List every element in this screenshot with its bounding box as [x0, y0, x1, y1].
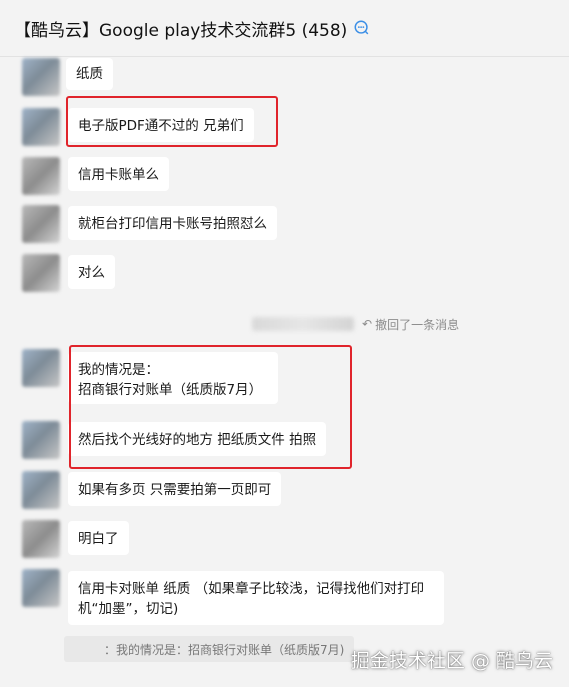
avatar[interactable]: [22, 254, 60, 292]
message-bubble[interactable]: 对么: [68, 255, 115, 289]
blurred-name: [252, 317, 354, 331]
avatar[interactable]: [22, 58, 60, 96]
avatar[interactable]: [22, 569, 60, 607]
message-bubble[interactable]: 信用卡对账单 纸质 （如果章子比较浅，记得找他们对打印机“加墨”，切记): [68, 571, 444, 625]
avatar[interactable]: [22, 349, 60, 387]
chat-title: 【酷鸟云】Google play技术交流群5 (458): [14, 20, 348, 41]
recall-text: 撤回了一条消息: [375, 317, 460, 332]
avatar[interactable]: [22, 157, 60, 195]
recall-notice: ↶ 撤回了一条消息: [252, 314, 459, 334]
avatar[interactable]: [22, 108, 60, 146]
message-bubble[interactable]: 如果有多页 只需要拍第一页即可: [68, 472, 282, 506]
message-bubble[interactable]: 就柜台打印信用卡账号拍照怼么: [68, 206, 277, 240]
group-chat-icon[interactable]: [353, 19, 371, 37]
message-bubble[interactable]: 信用卡账单么: [68, 157, 169, 191]
message-bubble[interactable]: 明白了: [68, 521, 129, 555]
avatar[interactable]: [22, 421, 60, 459]
avatar[interactable]: [22, 471, 60, 509]
highlight-box: [69, 345, 352, 469]
message-bubble[interactable]: 纸质: [66, 58, 113, 90]
chat-header: 【酷鸟云】Google play技术交流群5 (458): [0, 0, 569, 57]
quoted-message[interactable]: ：我的情况是：招商银行对账单（纸质版7月): [64, 636, 354, 662]
watermark: 掘金技术社区 @ 酷鸟云: [350, 650, 553, 672]
avatar[interactable]: [22, 205, 60, 243]
undo-icon: ↶: [362, 317, 373, 331]
avatar[interactable]: [22, 520, 60, 558]
quote-text: ：我的情况是：招商银行对账单（纸质版7月): [104, 642, 345, 657]
highlight-box: [66, 96, 278, 147]
